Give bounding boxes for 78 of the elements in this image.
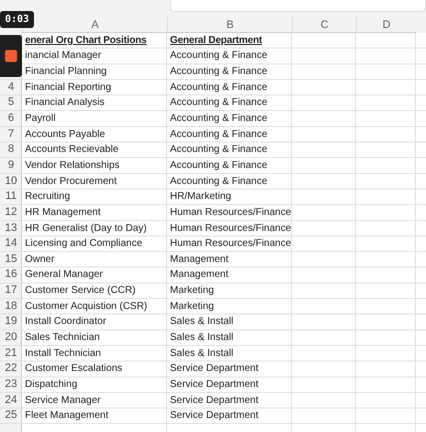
table-cell: Service Manager (25, 394, 101, 406)
row-number[interactable]: 13 (4, 222, 18, 234)
table-cell: Service Department (170, 394, 258, 406)
row-number[interactable]: 22 (4, 363, 18, 374)
table-cell: Service Department (170, 378, 258, 390)
row-number[interactable]: 16 (4, 269, 18, 280)
recording-timer: 0:03 (0, 11, 34, 28)
table-cell: Accounting & Finance (170, 160, 268, 171)
table-cell: Service Department (170, 410, 258, 422)
table-cell: Management (170, 269, 228, 280)
row-number[interactable]: 12 (4, 206, 18, 218)
table-cell: Accounting & Finance (170, 97, 268, 108)
table-cell: General Department (170, 34, 262, 46)
row-number[interactable]: 15 (4, 254, 18, 265)
table-cell: Accounts Payable (25, 128, 106, 140)
row-number[interactable]: 14 (4, 238, 18, 250)
row-number[interactable]: 17 (4, 285, 18, 296)
table-cell: Accounting & Finance (170, 66, 268, 78)
table-cell: Install Technician (25, 348, 101, 359)
table-cell: Financial Analysis (25, 97, 104, 108)
table-cell: Customer Acquistion (CSR) (25, 300, 148, 312)
table-cell: Accounting & Finance (170, 144, 268, 156)
row-number[interactable]: 10 (4, 176, 18, 187)
table-cell: Management (170, 254, 228, 265)
table-cell: Marketing (170, 300, 214, 312)
column-header[interactable]: D (356, 17, 416, 33)
table-cell: Accounts Recievable (25, 144, 118, 156)
table-cell: Human Resources/Finance (170, 206, 292, 218)
table-cell: Owner (25, 254, 54, 265)
stop-icon (5, 50, 17, 62)
row-number[interactable]: 8 (8, 144, 14, 156)
table-cell: HR/Marketing (170, 191, 232, 202)
table-cell: Fleet Management (25, 410, 108, 422)
table-cell: General Manager (25, 269, 103, 280)
table-cell: Licensing and Compliance (25, 238, 142, 250)
table-cell: Payroll (25, 113, 56, 124)
table-cell: Sales & Install (170, 332, 234, 343)
table-cell: Service Department (170, 363, 258, 374)
table-cell: Marketing (170, 285, 214, 296)
table-cell: Sales Technician (25, 332, 100, 343)
row-number[interactable]: 4 (8, 82, 14, 93)
table-cell: inancial Manager (25, 50, 102, 62)
row-number[interactable]: 20 (4, 332, 18, 343)
table-cell: Accounting & Finance (170, 176, 268, 187)
table-cell: Accounting & Finance (170, 82, 268, 93)
table-cell: HR Management (25, 206, 101, 218)
table-cell: Accounting & Finance (170, 113, 268, 124)
table-cell: eneral Org Chart Positions (25, 34, 146, 46)
table-cell: Install Coordinator (25, 316, 106, 328)
table-cell: Vendor Procurement (25, 176, 117, 187)
table-cell: Human Resources/Finance (170, 238, 292, 250)
row-number[interactable]: 9 (8, 160, 14, 171)
row-number[interactable]: 18 (4, 300, 18, 312)
row-number[interactable]: 23 (4, 378, 18, 390)
row-number[interactable]: 19 (4, 316, 18, 328)
table-cell: Accounting & Finance (170, 128, 268, 140)
table-cell: Customer Service (CCR) (25, 285, 136, 296)
table-cell: Recruiting (25, 191, 70, 202)
table-cell: Financial Reporting (25, 82, 112, 93)
table-cell: Sales & Install (170, 316, 234, 328)
row-number[interactable]: 7 (8, 128, 14, 140)
row-number[interactable]: 24 (4, 394, 18, 406)
row-number[interactable]: 21 (4, 348, 18, 359)
table-cell: Vendor Relationships (25, 160, 120, 171)
table-cell: Customer Escalations (25, 363, 122, 374)
table-cell: HR Generalist (Day to Day) (25, 222, 147, 234)
table-cell: Dispatching (25, 378, 78, 390)
table-cell: Human Resources/Finance (170, 222, 292, 234)
table-cell: Sales & Install (170, 348, 234, 359)
column-header[interactable]: B (167, 17, 292, 33)
row-number[interactable]: 6 (8, 113, 14, 124)
stop-button[interactable] (0, 35, 22, 77)
row-number[interactable]: 11 (5, 191, 17, 202)
row-number[interactable]: 5 (8, 97, 14, 108)
column-header[interactable]: C (292, 17, 356, 33)
table-cell: Financial Planning (25, 66, 107, 78)
row-number[interactable]: 25 (4, 410, 18, 422)
table-cell: Accounting & Finance (170, 50, 268, 62)
